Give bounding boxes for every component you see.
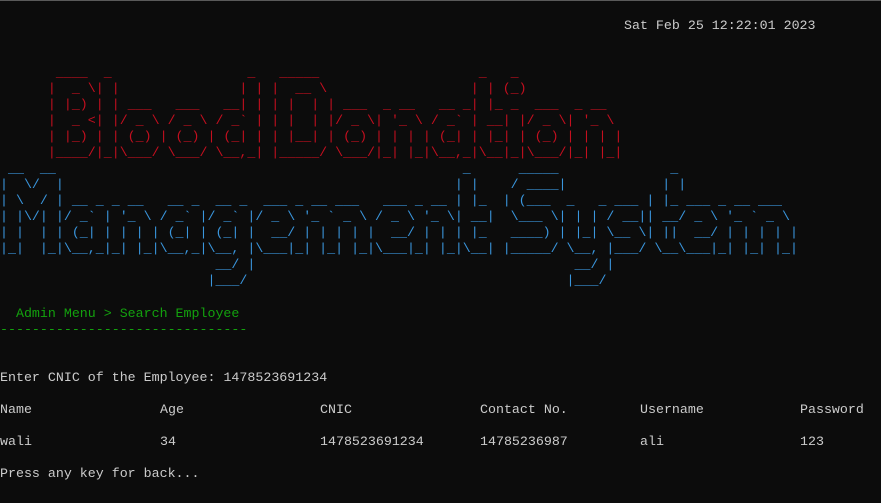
cell-cnic: 1478523691234 <box>320 434 424 449</box>
datetime-display: Sat Feb 25 12:22:01 2023 <box>624 18 816 33</box>
back-prompt: Press any key for back... <box>0 466 200 481</box>
column-header-age: Age <box>160 402 184 417</box>
cell-contact: 14785236987 <box>480 434 568 449</box>
cnic-input-value[interactable]: 1478523691234 <box>223 370 327 385</box>
banner-blood-donation: ____ _ _ _____ _ _ | _ \| | | | | __ \ |… <box>47 65 623 160</box>
cell-username: ali <box>640 434 664 449</box>
divider: ------------------------------- <box>0 322 248 337</box>
table-header-row: Name Age CNIC Contact No. Username Passw… <box>0 402 881 418</box>
cnic-prompt-label: Enter CNIC of the Employee: <box>0 370 224 385</box>
console-window: Sat Feb 25 12:22:01 2023 ____ _ _ _____ … <box>0 0 881 503</box>
cnic-prompt: Enter CNIC of the Employee: 147852369123… <box>0 370 327 386</box>
column-header-password: Password <box>800 402 864 417</box>
column-header-username: Username <box>640 402 704 417</box>
breadcrumb: Admin Menu > Search Employee <box>0 306 240 321</box>
column-header-name: Name <box>0 402 32 417</box>
banner-management-system: __ __ _ _____ _ | \/ | | | / ____| | | |… <box>0 161 798 288</box>
cell-password: 123 <box>800 434 824 449</box>
column-header-cnic: CNIC <box>320 402 352 417</box>
cell-age: 34 <box>160 434 176 449</box>
table-row: wali 34 1478523691234 14785236987 ali 12… <box>0 434 881 450</box>
column-header-contact: Contact No. <box>480 402 568 417</box>
cell-name: wali <box>0 434 32 449</box>
